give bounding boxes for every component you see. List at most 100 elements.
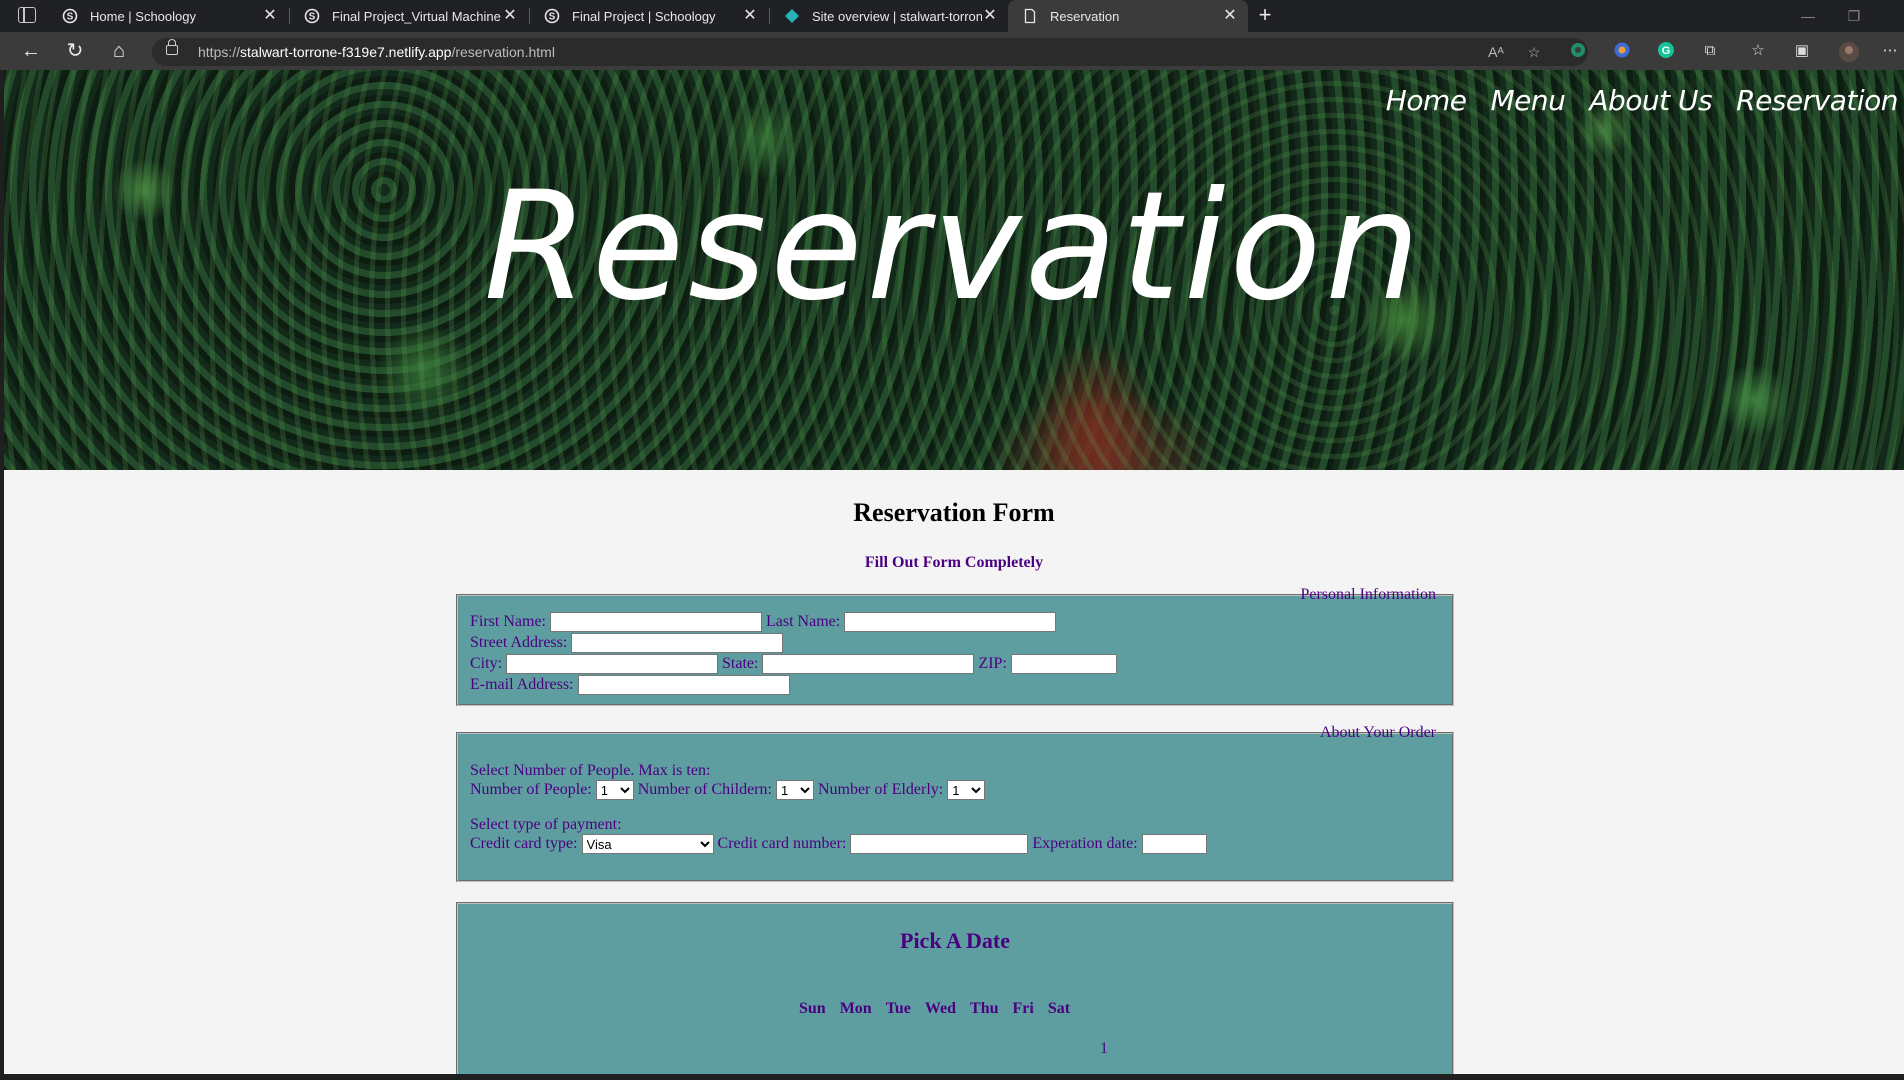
people-prompt: Select Number of People. Max is ten: <box>470 762 711 779</box>
extensions-puzzle-icon[interactable]: ⧉ <box>1700 41 1720 61</box>
new-tab-button[interactable]: + <box>1254 4 1276 27</box>
people-label: Number of People: <box>470 781 592 798</box>
card-type-select[interactable]: Visa <box>581 834 714 854</box>
tab-actions-icon[interactable] <box>18 7 36 23</box>
street-row: Street Address: <box>470 633 787 653</box>
children-label: Number of Childern: <box>637 781 772 798</box>
weekday-tue: Tue <box>885 1000 911 1017</box>
calendar-weekday-header: Sun Mon Tue Wed Thu Fri Sat <box>792 1000 1077 1018</box>
svg-text:G: G <box>1662 45 1671 57</box>
tab-title: Final Project_Virtual Machine | Sc <box>332 8 502 24</box>
street-address-input[interactable] <box>571 633 784 653</box>
elderly-select[interactable]: 1 <box>947 780 986 800</box>
zip-label: ZIP: <box>978 655 1007 672</box>
browser-tab-active[interactable]: Reservation ✕ <box>1008 0 1248 32</box>
url-text: https://stalwart-torrone-f319e7.netlify.… <box>198 44 555 60</box>
page-icon <box>1022 8 1038 24</box>
back-icon[interactable]: ← <box>20 40 42 62</box>
refresh-icon[interactable]: ↻ <box>64 40 86 62</box>
first-name-input[interactable] <box>550 612 762 632</box>
payment-row: Credit card type: Visa Credit card numbe… <box>470 834 1211 854</box>
street-address-label: Street Address: <box>470 634 568 651</box>
close-icon[interactable]: ✕ <box>1222 8 1238 24</box>
browser-tab[interactable]: S Home | Schoology ✕ <box>48 0 288 32</box>
tab-title: Site overview | stalwart-torrone-f <box>812 8 982 24</box>
extension-icon[interactable] <box>1612 41 1632 61</box>
close-icon[interactable]: ✕ <box>982 8 998 24</box>
personal-info-fieldset: Personal Information First Name: Last Na… <box>456 586 1454 706</box>
zip-input[interactable] <box>1010 654 1117 674</box>
city-label: City: <box>470 655 503 672</box>
close-icon[interactable]: ✕ <box>262 8 278 24</box>
city-input[interactable] <box>506 654 719 674</box>
restore-icon[interactable]: ❐ <box>1844 6 1864 26</box>
browser-tab[interactable]: S Final Project | Schoology ✕ <box>530 0 768 32</box>
hero-banner: Home Menu About Us Reservation Reservati… <box>4 70 1904 470</box>
expiration-input[interactable] <box>1141 834 1207 854</box>
page-viewport: Home Menu About Us Reservation Reservati… <box>4 70 1904 1074</box>
email-label: E-mail Address: <box>470 676 574 693</box>
schoology-icon: S <box>544 8 560 24</box>
hero-title: Reservation <box>483 160 1425 334</box>
weekday-sat: Sat <box>1047 1000 1071 1017</box>
svg-text:S: S <box>67 12 74 23</box>
tab-title: Home | Schoology <box>90 8 196 24</box>
order-fieldset: About Your Order Select Number of People… <box>456 724 1454 882</box>
schoology-icon: S <box>304 8 320 24</box>
payment-prompt: Select type of payment: <box>470 816 622 833</box>
people-select[interactable]: 1 <box>595 780 634 800</box>
close-icon[interactable]: ✕ <box>742 8 758 24</box>
last-name-input[interactable] <box>844 612 1057 632</box>
extension-icon[interactable] <box>1568 41 1588 61</box>
minimize-icon[interactable]: — <box>1798 6 1818 26</box>
nav-link-about-us[interactable]: About Us <box>1589 84 1712 117</box>
nav-link-reservation[interactable]: Reservation <box>1736 84 1898 117</box>
weekday-mon: Mon <box>839 1000 872 1017</box>
city-row: City: State: ZIP: <box>470 654 1121 674</box>
card-type-label: Credit card type: <box>470 835 578 852</box>
browser-tab[interactable]: S Final Project_Virtual Machine | Sc ✕ <box>290 0 528 32</box>
pick-date-title: Pick A Date <box>900 928 1010 953</box>
browser-tab-bar: S Home | Schoology ✕ S Final Project_Vir… <box>0 0 1904 32</box>
svg-text:S: S <box>309 12 316 23</box>
first-name-label: First Name: <box>470 613 546 630</box>
form-subtitle: Fill Out Form Completely <box>864 554 1044 571</box>
home-icon[interactable]: ⌂ <box>108 40 130 62</box>
close-icon[interactable]: ✕ <box>502 8 518 24</box>
grammarly-icon[interactable]: G <box>1656 41 1676 61</box>
calendar-day[interactable]: 1 <box>1100 1040 1108 1058</box>
favorites-icon[interactable]: ☆ <box>1748 41 1768 61</box>
add-favorite-icon[interactable]: ☆ <box>1524 42 1544 62</box>
children-select[interactable]: 1 <box>775 780 814 800</box>
tab-title: Reservation <box>1050 8 1120 24</box>
address-bar[interactable]: https://stalwart-torrone-f319e7.netlify.… <box>152 38 1588 66</box>
lock-icon <box>166 39 178 55</box>
state-label: State: <box>722 655 759 672</box>
browser-tab[interactable]: Site overview | stalwart-torrone-f ✕ <box>770 0 1008 32</box>
state-input[interactable] <box>762 654 975 674</box>
nav-link-menu[interactable]: Menu <box>1490 84 1565 117</box>
last-name-label: Last Name: <box>766 613 841 630</box>
card-number-input[interactable] <box>850 834 1029 854</box>
email-input[interactable] <box>577 675 790 695</box>
nav-link-home[interactable]: Home <box>1386 84 1467 117</box>
order-legend: About Your Order <box>1320 724 1436 741</box>
read-aloud-icon[interactable]: Aᴬ <box>1486 42 1506 62</box>
profile-avatar[interactable] <box>1838 41 1859 62</box>
expiration-label: Experation date: <box>1032 835 1138 852</box>
weekday-fri: Fri <box>1012 1000 1034 1017</box>
elderly-label: Number of Elderly: <box>817 781 944 798</box>
netlify-icon <box>784 8 800 24</box>
site-nav: Home Menu About Us Reservation <box>1386 84 1899 117</box>
weekday-sun: Sun <box>799 1000 826 1017</box>
email-row: E-mail Address: <box>470 675 794 695</box>
browser-toolbar: ← ↻ ⌂ https://stalwart-torrone-f319e7.ne… <box>0 32 1904 70</box>
people-row: Number of People: 1 Number of Childern: … <box>470 780 989 800</box>
personal-info-legend: Personal Information <box>1300 586 1436 603</box>
more-options-icon[interactable]: ⋯ <box>1880 41 1900 61</box>
weekday-wed: Wed <box>924 1000 957 1017</box>
tab-title: Final Project | Schoology <box>572 8 716 24</box>
name-row: First Name: Last Name: <box>470 612 1060 632</box>
collections-icon[interactable]: ▣ <box>1792 41 1812 61</box>
schoology-icon: S <box>62 8 78 24</box>
